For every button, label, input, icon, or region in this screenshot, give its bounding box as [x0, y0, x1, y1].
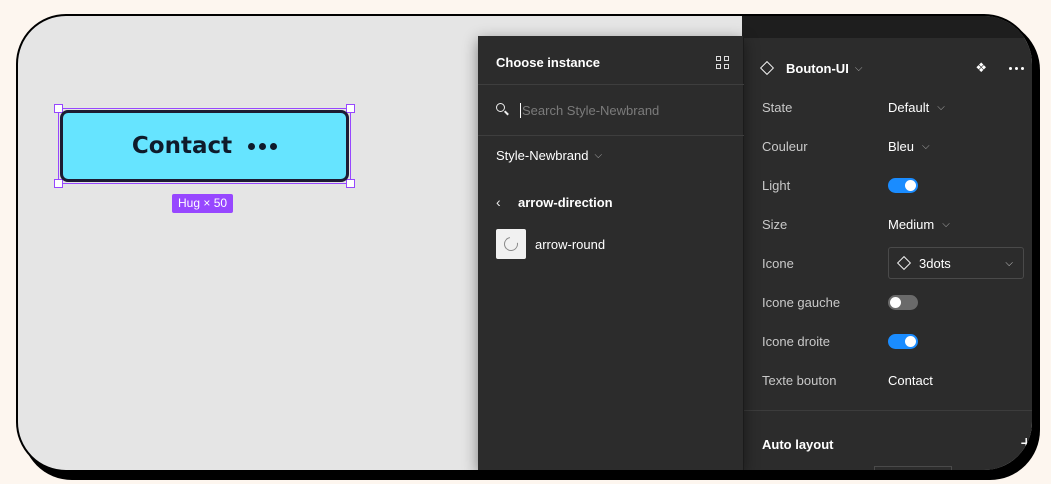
prop-label: Light	[762, 177, 791, 193]
icone-gauche-toggle[interactable]	[888, 294, 918, 310]
prop-row-state: State Default ⌵	[762, 95, 1032, 119]
add-auto-layout-icon[interactable]: +	[1020, 434, 1032, 454]
state-dropdown[interactable]: Default ⌵	[888, 100, 945, 115]
component-instance-icon	[759, 60, 775, 76]
library-label: Style-Newbrand	[496, 148, 589, 163]
size-badge: Hug × 50	[172, 194, 234, 213]
instance-item[interactable]: arrow-round	[496, 229, 605, 259]
prop-label: Icone droite	[762, 333, 830, 349]
prop-row-icone-droite: Icone droite	[762, 329, 1032, 353]
prop-label: Size	[762, 216, 788, 232]
chevron-left-icon: ‹	[496, 194, 501, 210]
search-input[interactable]	[522, 102, 702, 118]
prop-value: Medium	[888, 216, 935, 232]
divider	[478, 135, 744, 136]
texte-bouton-input[interactable]: Contact	[888, 373, 933, 388]
grid-view-icon[interactable]	[716, 55, 729, 69]
resize-handle-bottom-right[interactable]	[346, 179, 355, 188]
arrow-round-icon	[501, 234, 521, 254]
prop-label: Icone gauche	[762, 294, 841, 310]
component-name[interactable]: Bouton-UI	[786, 61, 849, 76]
prop-row-icone-gauche: Icone gauche	[762, 290, 1032, 314]
prop-value: Bleu	[888, 138, 915, 154]
properties-panel: Bouton-UI ⌵ ❖ State Default ⌵ Couleur Bl…	[742, 16, 1032, 472]
popover-header: Choose instance	[496, 52, 729, 72]
prop-label: Icone	[762, 255, 794, 271]
prop-label: Couleur	[762, 138, 808, 154]
instance-thumbnail	[496, 229, 526, 259]
library-dropdown[interactable]: Style-Newbrand ⌵	[496, 148, 602, 163]
icone-select[interactable]: 3dots ⌵	[888, 247, 1024, 279]
divider	[478, 84, 744, 85]
auto-layout-title: Auto layout	[762, 436, 834, 452]
prop-value: Contact	[888, 372, 933, 388]
chevron-down-icon: ⌵	[922, 140, 930, 152]
prop-row-light: Light	[762, 173, 1032, 197]
prop-value: Default	[888, 99, 930, 115]
panel-top-strip	[742, 16, 1032, 38]
main-component-icon[interactable]: ❖	[975, 60, 987, 76]
prop-label: State	[762, 99, 793, 115]
resize-handle-bottom-left[interactable]	[54, 179, 63, 188]
chevron-down-icon: ⌵	[1005, 257, 1013, 269]
app-window: Contact Hug × 50 Bouton-UI ⌵ ❖ State Def…	[16, 14, 1034, 472]
contact-button-label: Contact	[131, 133, 233, 159]
contact-button-component[interactable]: Contact	[60, 110, 349, 182]
prop-row-icone: Icone 3dots ⌵	[762, 247, 1032, 279]
size-dropdown[interactable]: Medium ⌵	[888, 217, 950, 232]
popover-title: Choose instance	[496, 54, 601, 70]
prop-row-size: Size Medium ⌵	[762, 212, 1032, 236]
auto-layout-control[interactable]	[874, 466, 952, 470]
folder-back-button[interactable]: ‹ arrow-direction	[496, 194, 613, 210]
prop-row-couleur: Couleur Bleu ⌵	[762, 134, 1032, 158]
choose-instance-popover: Choose instance Style-Newbrand ⌵ ‹ arrow…	[478, 36, 744, 470]
component-header: Bouton-UI ⌵ ❖	[759, 56, 1024, 80]
search-row	[496, 99, 729, 121]
prop-value: 3dots	[919, 255, 951, 271]
search-icon	[496, 103, 510, 117]
couleur-dropdown[interactable]: Bleu ⌵	[888, 139, 930, 154]
text-caret	[520, 102, 521, 118]
auto-layout-control[interactable]	[782, 470, 812, 472]
chevron-down-icon: ⌵	[594, 150, 603, 161]
more-options-icon[interactable]	[1009, 66, 1024, 70]
chevron-down-icon: ⌵	[937, 101, 945, 113]
chevron-down-icon: ⌵	[942, 218, 950, 230]
resize-handle-top-right[interactable]	[346, 104, 355, 113]
icone-droite-toggle[interactable]	[888, 333, 918, 349]
folder-name: arrow-direction	[518, 194, 613, 210]
component-instance-icon	[896, 255, 912, 271]
section-divider	[742, 410, 1032, 411]
prop-row-texte-bouton: Texte bouton Contact	[762, 368, 1032, 392]
chevron-down-icon[interactable]: ⌵	[855, 63, 863, 74]
instance-label: arrow-round	[535, 236, 606, 252]
auto-layout-section: Auto layout +	[762, 434, 1032, 454]
light-toggle[interactable]	[888, 177, 918, 193]
three-dots-icon	[248, 142, 278, 150]
prop-label: Texte bouton	[762, 372, 837, 388]
